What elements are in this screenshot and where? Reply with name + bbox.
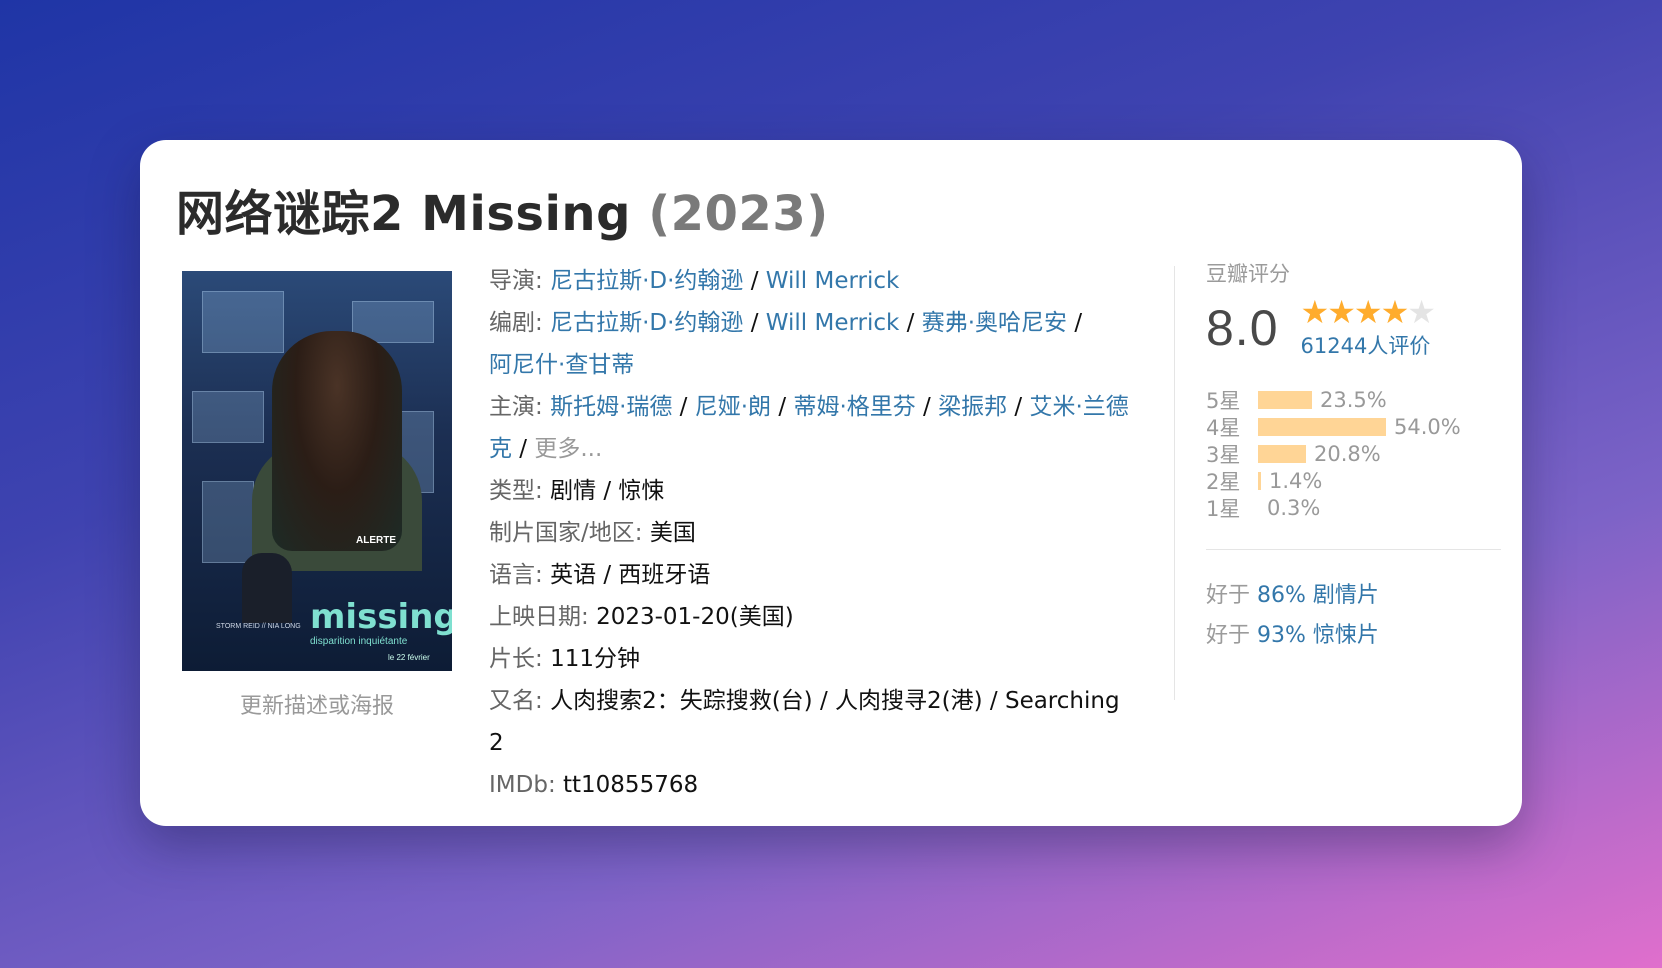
more-cast-link[interactable]: 更多... bbox=[534, 436, 602, 462]
better-than-link[interactable]: 93% 惊悚片 bbox=[1257, 623, 1379, 648]
dist-star-label: 4星 bbox=[1206, 415, 1241, 440]
writer-link[interactable]: 尼古拉斯·D·约翰逊 bbox=[550, 310, 743, 336]
dist-bar bbox=[1258, 499, 1259, 517]
aka-row: 又名: 人肉搜索2：失踪搜救(台) / 人肉搜寻2(港) / Searching… bbox=[489, 688, 1120, 756]
imdb-label: IMDb bbox=[489, 772, 548, 798]
dist-star-label: 1星 bbox=[1206, 496, 1241, 521]
language-row: 语言: 英语 / 西班牙语 bbox=[489, 562, 711, 588]
aka-value: 人肉搜索2：失踪搜救(台) / 人肉搜寻2(港) / Searching 2 bbox=[489, 688, 1120, 756]
poster-subtitle: disparition inquiétante bbox=[310, 636, 408, 647]
writer-label: 编剧 bbox=[489, 310, 535, 336]
rating-score: 8.0 bbox=[1206, 300, 1279, 356]
poster-alert: ALERTE bbox=[356, 535, 396, 546]
update-poster-link[interactable]: 更新描述或海报 bbox=[182, 688, 452, 720]
better-than-row: 好于 93% 惊悚片 bbox=[1206, 616, 1506, 656]
director-label: 导演 bbox=[489, 268, 535, 294]
poster-screen bbox=[192, 391, 264, 443]
dist-star-label: 5星 bbox=[1206, 388, 1241, 413]
runtime-value: 111分钟 bbox=[550, 646, 640, 672]
star-icon: ★ bbox=[1407, 293, 1436, 331]
better-than-link[interactable]: 86% 剧情片 bbox=[1257, 583, 1379, 608]
director-link[interactable]: 尼古拉斯·D·约翰逊 bbox=[550, 268, 743, 294]
dist-bar bbox=[1258, 444, 1306, 463]
movie-poster[interactable]: ALERTE missing disparition inquiétante S… bbox=[182, 271, 452, 671]
dist-percent: 1.4% bbox=[1269, 468, 1323, 493]
cast-link[interactable]: 斯托姆·瑞德 bbox=[550, 394, 672, 420]
poster-screen bbox=[202, 291, 284, 353]
country-label: 制片国家/地区 bbox=[489, 520, 635, 546]
poster-figure bbox=[272, 331, 402, 551]
release-value: 2023-01-20(美国) bbox=[596, 604, 794, 630]
poster-credits: STORM REID // NIA LONG bbox=[216, 623, 301, 630]
rating-stars: ★★★★★ bbox=[1300, 293, 1436, 331]
movie-title: 网络谜踪2 Missing bbox=[176, 186, 631, 242]
writer-link[interactable]: 阿尼什·查甘蒂 bbox=[489, 352, 634, 378]
aka-label: 又名 bbox=[489, 688, 535, 714]
poster-figure bbox=[242, 553, 292, 623]
rating-count-link[interactable]: 61244人评价 bbox=[1301, 330, 1434, 360]
dist-percent: 0.3% bbox=[1267, 495, 1321, 520]
dist-bar bbox=[1258, 390, 1312, 409]
movie-card: 网络谜踪2 Missing (2023) ALERTE missing disp… bbox=[140, 140, 1522, 826]
imdb-row: IMDb: tt10855768 bbox=[489, 772, 699, 798]
language-value: 英语 / 西班牙语 bbox=[550, 562, 711, 588]
cast-link[interactable]: 梁振邦 bbox=[938, 394, 1007, 420]
language-label: 语言 bbox=[489, 562, 535, 588]
star-icon: ★ bbox=[1327, 293, 1356, 331]
cast-link[interactable]: 蒂姆·格里芬 bbox=[793, 394, 915, 420]
director-row: 导演: 尼古拉斯·D·约翰逊 / Will Merrick bbox=[489, 268, 900, 294]
dist-star-label: 2星 bbox=[1206, 469, 1241, 494]
writer-link[interactable]: Will Merrick bbox=[766, 310, 900, 336]
rating-summary: 8.0 ★★★★★ 61244人评价 bbox=[1206, 296, 1506, 360]
douban-rating: 豆瓣评分 8.0 ★★★★★ 61244人评价 5星 23.5% 4星 54.0% … bbox=[1206, 258, 1506, 656]
genre-value: 剧情 / 惊悚 bbox=[550, 478, 665, 504]
rating-dist-row: 2星 1.4% bbox=[1206, 467, 1506, 494]
star-icon: ★ bbox=[1380, 293, 1410, 331]
dist-bar bbox=[1258, 417, 1386, 436]
release-label: 上映日期 bbox=[489, 604, 581, 630]
runtime-row: 片长: 111分钟 bbox=[489, 646, 640, 672]
dist-star-label: 3星 bbox=[1206, 442, 1241, 467]
director-link[interactable]: Will Merrick bbox=[766, 268, 900, 294]
dist-percent: 23.5% bbox=[1320, 387, 1387, 412]
genre-row: 类型: 剧情 / 惊悚 bbox=[489, 478, 665, 504]
better-than-prefix: 好于 bbox=[1206, 583, 1251, 608]
cast-row: 主演: 斯托姆·瑞德 / 尼娅·朗 / 蒂姆·格里芬 / 梁振邦 / 艾米·兰德… bbox=[489, 394, 1129, 462]
rating-dist-row: 1星 0.3% bbox=[1206, 494, 1506, 521]
movie-year: (2023) bbox=[648, 186, 829, 242]
release-row: 上映日期: 2023-01-20(美国) bbox=[489, 604, 794, 630]
country-value: 美国 bbox=[649, 520, 696, 546]
country-row: 制片国家/地区: 美国 bbox=[489, 520, 696, 546]
writer-row: 编剧: 尼古拉斯·D·约翰逊 / Will Merrick / 赛弗·奥哈尼安 … bbox=[489, 310, 1083, 378]
better-than: 好于 86% 剧情片 好于 93% 惊悚片 bbox=[1206, 576, 1506, 656]
cast-label: 主演 bbox=[489, 394, 535, 420]
better-than-row: 好于 86% 剧情片 bbox=[1206, 576, 1506, 616]
better-than-prefix: 好于 bbox=[1206, 623, 1251, 648]
movie-info: 导演: 尼古拉斯·D·约翰逊 / Will Merrick 编剧: 尼古拉斯·D… bbox=[489, 260, 1129, 806]
rating-dist-row: 4星 54.0% bbox=[1206, 413, 1506, 440]
cast-link[interactable]: 尼娅·朗 bbox=[695, 394, 771, 420]
rating-dist-row: 3星 20.8% bbox=[1206, 440, 1506, 467]
imdb-value: tt10855768 bbox=[563, 772, 699, 798]
genre-label: 类型 bbox=[489, 478, 535, 504]
rating-divider bbox=[1206, 549, 1501, 550]
dist-percent: 54.0% bbox=[1394, 414, 1461, 439]
rating-stars-block: ★★★★★ 61244人评价 bbox=[1300, 293, 1436, 360]
rating-dist-row: 5星 23.5% bbox=[1206, 386, 1506, 413]
star-icon: ★ bbox=[1353, 293, 1383, 331]
poster-date: le 22 février bbox=[388, 653, 430, 662]
rating-heading: 豆瓣评分 bbox=[1206, 262, 1290, 286]
column-divider bbox=[1174, 266, 1175, 700]
poster-screen bbox=[202, 481, 254, 563]
star-icon: ★ bbox=[1300, 293, 1330, 331]
rating-distribution: 5星 23.5% 4星 54.0% 3星 20.8% 2星 1.4% 1星 0.3% bbox=[1206, 386, 1506, 521]
writer-link[interactable]: 赛弗·奥哈尼安 bbox=[922, 310, 1067, 336]
runtime-label: 片长 bbox=[489, 646, 535, 672]
page-title: 网络谜踪2 Missing (2023) bbox=[176, 174, 829, 244]
dist-bar bbox=[1258, 471, 1261, 490]
poster-logo: missing bbox=[310, 597, 452, 637]
dist-percent: 20.8% bbox=[1314, 441, 1381, 466]
